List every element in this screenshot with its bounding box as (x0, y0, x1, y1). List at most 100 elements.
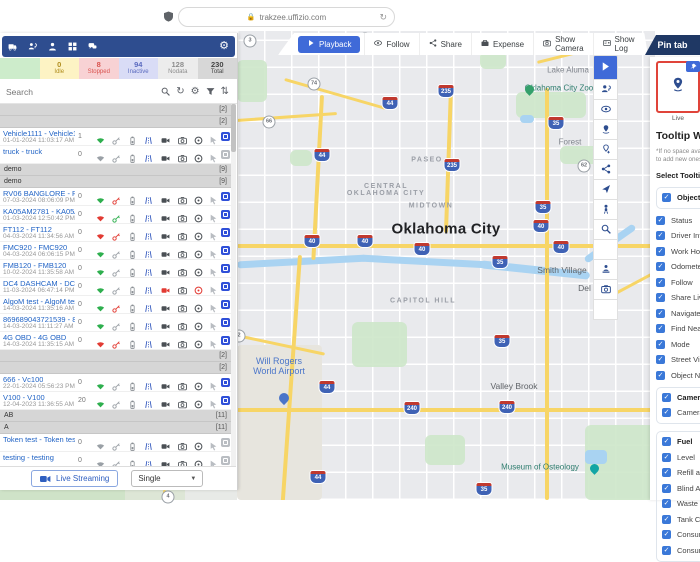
cursor-icon[interactable] (209, 192, 219, 202)
checkbox-checked-icon[interactable]: ✓ (662, 393, 671, 402)
live-streaming-button[interactable]: Live Streaming (31, 470, 118, 487)
battery-icon[interactable] (128, 192, 138, 202)
cursor-icon[interactable] (209, 378, 219, 388)
camera-icon[interactable] (178, 150, 188, 160)
wifi-icon[interactable] (96, 396, 106, 406)
vehicle-row[interactable]: Vehicle1111 - Vehicle1111 01-01-2024 11:… (0, 128, 231, 146)
cursor-icon[interactable] (209, 132, 219, 142)
widget-option-navigate[interactable]: ✓ Navigate (656, 309, 700, 318)
group-header[interactable]: demo[9] (0, 176, 231, 188)
battery-icon[interactable] (128, 132, 138, 142)
vehicle-row[interactable]: FMC920 - FMC920 04-03-2024 06:06:15 PM 0 (0, 242, 231, 260)
vehicle-row[interactable]: FMB120 - FMB120 10-02-2024 11:35:58 AM 0 (0, 260, 231, 278)
cursor-icon[interactable] (209, 456, 219, 466)
map-tool-share-icon[interactable] (593, 160, 618, 180)
map-tool-log-card-icon[interactable] (593, 300, 618, 320)
battery-icon[interactable] (128, 228, 138, 238)
address-bar[interactable]: 🔒 trakzee.uffizio.com ↻ (178, 7, 395, 27)
disc-icon[interactable] (194, 246, 204, 256)
battery-icon[interactable] (128, 336, 138, 346)
cursor-icon[interactable] (209, 282, 219, 292)
camera-icon[interactable] (178, 192, 188, 202)
vehicle-row[interactable]: testing - testing 0 (0, 452, 231, 466)
search-icon[interactable] (161, 83, 170, 101)
checkbox-checked-icon[interactable]: ✓ (662, 193, 671, 202)
toolbar-tab-playback[interactable]: Playback (298, 36, 360, 53)
sidebar-scrollbar-thumb[interactable] (231, 104, 236, 152)
road-icon[interactable] (144, 456, 154, 466)
status-badge[interactable] (221, 132, 230, 141)
group-header[interactable]: [2] (0, 362, 231, 374)
video-icon[interactable] (161, 192, 171, 202)
vehicle-row[interactable]: Token test - Token test 0 (0, 434, 231, 452)
widget-option-waste[interactable]: ✓ Waste (662, 499, 700, 508)
wifi-icon[interactable] (96, 246, 106, 256)
status-chip-idle[interactable]: 0Idle (40, 58, 80, 79)
vehicle-row[interactable]: RV06 BANGLORE - RV06 B... 07-03-2024 08:… (0, 188, 231, 206)
map-tool-play-icon[interactable] (593, 55, 618, 80)
gear-icon[interactable]: ⚙ (219, 41, 229, 52)
camera-icon[interactable] (178, 264, 188, 274)
battery-icon[interactable] (128, 282, 138, 292)
road-icon[interactable] (144, 438, 154, 448)
widget-option-status[interactable]: ✓ Status (656, 216, 700, 225)
driver-icon[interactable] (28, 42, 37, 51)
vehicle-row[interactable]: truck - truck 0 (0, 146, 231, 164)
road-icon[interactable] (144, 264, 154, 274)
video-icon[interactable] (161, 336, 171, 346)
cursor-icon[interactable] (209, 438, 219, 448)
video-icon[interactable] (161, 378, 171, 388)
cursor-icon[interactable] (209, 318, 219, 328)
disc-icon[interactable] (194, 438, 204, 448)
battery-icon[interactable] (128, 438, 138, 448)
reload-icon[interactable]: ↻ (379, 12, 387, 23)
key-icon[interactable] (112, 282, 122, 292)
road-icon[interactable] (144, 132, 154, 142)
wifi-icon[interactable] (96, 318, 106, 328)
disc-icon[interactable] (194, 132, 204, 142)
video-icon[interactable] (161, 264, 171, 274)
video-icon[interactable] (161, 300, 171, 310)
road-icon[interactable] (144, 318, 154, 328)
map-tool-location-signal-icon[interactable] (593, 120, 618, 140)
widget-option-street-view[interactable]: ✓ Street View (656, 355, 700, 364)
disc-icon[interactable] (194, 378, 204, 388)
battery-icon[interactable] (128, 378, 138, 388)
checkbox-checked-icon[interactable]: ✓ (662, 515, 671, 524)
grid-icon[interactable] (68, 42, 77, 51)
group-header[interactable]: A[11] (0, 422, 231, 434)
key-icon[interactable] (112, 318, 122, 328)
status-badge[interactable] (221, 456, 230, 465)
wifi-icon[interactable] (96, 132, 106, 142)
road-icon[interactable] (144, 300, 154, 310)
widget-option-consumpti[interactable]: ✓ Consumpti (662, 530, 700, 539)
pin-icon[interactable] (686, 61, 700, 72)
status-badge[interactable] (221, 438, 230, 447)
chat-icon[interactable] (88, 42, 97, 51)
checkbox-checked-icon[interactable]: ✓ (656, 355, 665, 364)
checkbox-checked-icon[interactable]: ✓ (656, 371, 665, 380)
road-icon[interactable] (144, 336, 154, 346)
map-tool-find-nearest-icon[interactable] (593, 220, 618, 240)
group-header[interactable]: AB[11] (0, 410, 231, 422)
checkbox-checked-icon[interactable]: ✓ (656, 293, 665, 302)
widget-option-consumpti[interactable]: ✓ Consumpti (662, 546, 700, 555)
wifi-icon[interactable] (96, 192, 106, 202)
camera-icon[interactable] (178, 300, 188, 310)
checkbox-checked-icon[interactable]: ✓ (662, 484, 671, 493)
toolbar-tab-show-log[interactable]: Show Log (593, 33, 644, 55)
status-badge[interactable] (221, 210, 230, 219)
status-badge[interactable] (221, 282, 230, 291)
road-icon[interactable] (144, 378, 154, 388)
battery-icon[interactable] (128, 318, 138, 328)
widget-option-mode[interactable]: ✓ Mode (656, 340, 700, 349)
sidebar-scrollbar[interactable] (231, 104, 236, 466)
checkbox-checked-icon[interactable]: ✓ (656, 278, 665, 287)
road-icon[interactable] (144, 192, 154, 202)
disc-icon[interactable] (194, 264, 204, 274)
checkbox-checked-icon[interactable]: ✓ (656, 216, 665, 225)
key-icon[interactable] (112, 228, 122, 238)
checkbox-checked-icon[interactable]: ✓ (662, 499, 671, 508)
cursor-icon[interactable] (209, 396, 219, 406)
person-icon[interactable] (48, 42, 57, 51)
